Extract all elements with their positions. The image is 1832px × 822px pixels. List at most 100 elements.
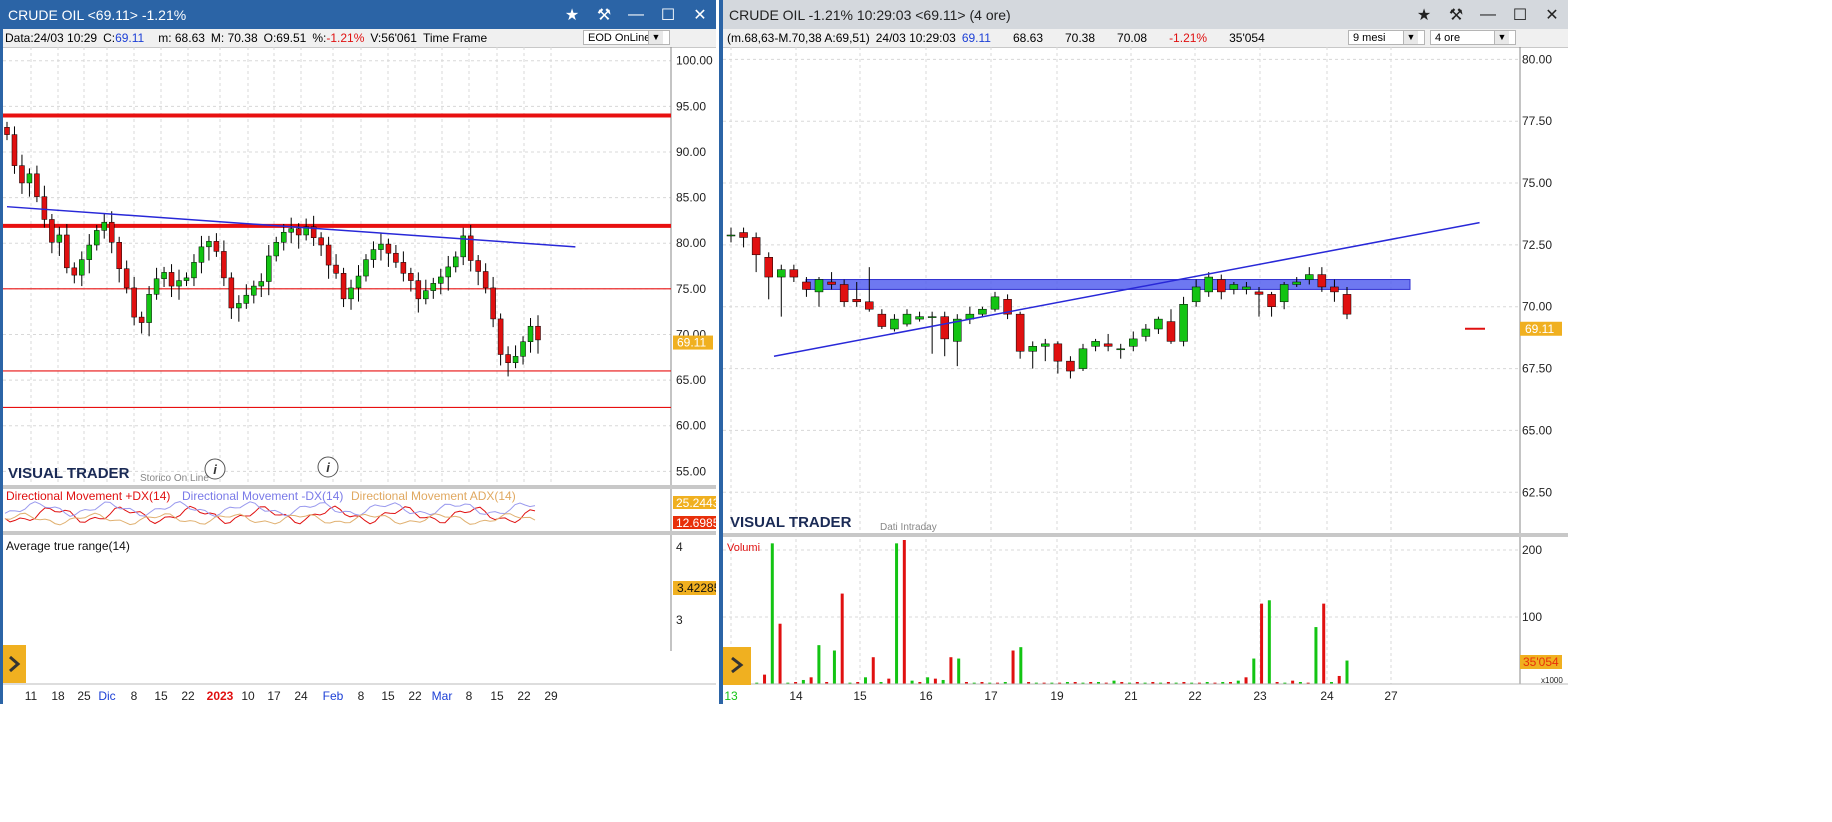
candle-body [11,134,18,166]
close-icon[interactable]: ✕ [684,0,716,29]
info-close-value: 69.11 [115,31,145,45]
candle-body [206,241,212,248]
left-chart-svg[interactable]: 11 18 25 Dic 8 15 22 2023 10 17 24 Feb 8 15 22 Mar 8 15 22… [3,47,716,704]
candle-body [764,257,773,278]
x-tick-label: 22 [181,689,195,703]
atr-label: Average true range(14) [6,539,130,553]
x-tick-label: 17 [267,689,281,703]
x-tick-label: 2023 [207,689,234,703]
atr-tick: 4 [676,540,683,554]
x-tick-label: 10 [241,689,255,703]
nav-arrow-button[interactable] [3,645,26,683]
info-timeframe-label: Time Frame [422,31,488,45]
candle-body [176,280,182,287]
volume-bar [1011,650,1015,684]
candle-body [49,219,55,243]
right-chart-svg[interactable]: 13 14 15 16 17 19 21 22 23 24 27 80.00 77.50 75.00 72.… [723,47,1568,704]
candle-body [1267,294,1276,307]
candle-body [79,259,85,276]
candle-body [393,252,399,263]
x-tick-label: 15 [381,689,395,703]
candle-body [839,284,849,303]
x-tick-label: 22 [517,689,531,703]
candle-body [1129,338,1138,347]
x-tick-label: 15 [154,689,168,703]
candle-body [1041,343,1050,347]
hammer-icon[interactable]: ⚒ [588,0,620,29]
info-v3: 70.08 [1117,31,1148,45]
candle-body [497,318,504,355]
candle-body [131,287,137,318]
candle-body [535,325,541,341]
nav-arrow-button[interactable] [723,647,751,685]
right-chart-window[interactable]: CRUDE OIL -1.21% 10:29:03 <69.11> (4 ore… [719,0,1568,704]
timeframe-select[interactable]: EOD OnLine ▼ [583,30,670,45]
maximize-icon[interactable]: ☐ [1504,0,1536,29]
candle-body [93,230,100,246]
candle-body [153,278,160,295]
atr-value: 3.42285 [677,581,716,595]
candle-body [802,281,811,290]
candle-body [415,280,422,300]
brand-subtitle: Dati Intraday [880,522,937,533]
candle-body [168,272,175,287]
volume-bar [957,658,961,684]
candle-body [1292,281,1301,285]
candle-body [990,296,1000,310]
candle-body [236,303,242,309]
interval-select[interactable]: 4 ore ▼ [1430,30,1516,45]
candle-body [1254,291,1264,295]
right-titlebar[interactable]: CRUDE OIL -1.21% 10:29:03 <69.11> (4 ore… [723,0,1568,29]
y-tick-label: 85.00 [676,191,706,205]
volume-bar [1337,675,1341,684]
left-chart-window[interactable]: CRUDE OIL <69.11> -1.21% ★ ⚒ — ☐ ✕ Data:… [0,0,716,704]
info-pct-value: -1.21% [326,31,365,45]
right-window-title: CRUDE OIL -1.21% 10:29:03 <69.11> (4 ore… [729,6,1011,23]
candle-body [340,273,347,300]
indicator-value: 25.2443 [676,496,716,510]
volume-bar [817,645,821,684]
volume-bar [926,677,930,684]
volume-bar [840,593,844,684]
info-icon-glyph: i [326,460,330,475]
volume-label: Volumi [727,542,760,554]
star-icon[interactable]: ★ [556,0,588,29]
volume-bar [902,540,906,684]
volume-tick: 100 [1522,610,1542,624]
candle-body [71,267,78,276]
candle-body [1279,284,1289,303]
plus-dx-line [4,505,536,525]
candle-body [408,273,414,281]
candle-body [915,316,924,320]
candle-body [475,260,481,272]
maximize-icon[interactable]: ☐ [652,0,684,29]
volume-bar [763,674,767,684]
candle-body [520,341,526,357]
volume-bar [1291,680,1295,684]
star-icon[interactable]: ★ [1408,0,1440,29]
x-tick-label: 25 [77,689,91,703]
candle-body [1116,348,1125,351]
indicator-value: 12.6985 [676,516,716,530]
info-v2: 70.38 [1065,31,1096,45]
minimize-icon[interactable]: — [1472,0,1504,29]
x-tick-label: 11 [25,689,38,703]
minimize-icon[interactable]: — [620,0,652,29]
candle-body [1217,279,1226,293]
hammer-icon[interactable]: ⚒ [1440,0,1472,29]
x-tick-label: 29 [544,689,558,703]
close-icon[interactable]: ✕ [1536,0,1568,29]
candle-body [505,354,511,363]
candle-body [423,290,429,300]
volume-bar [933,678,937,684]
adx-line [4,512,536,526]
candle-body [1204,276,1213,293]
candle-body [198,246,205,263]
brand-subtitle: Storico On Line [140,473,209,484]
x-tick-label: 8 [131,689,138,703]
candle-body [333,264,339,274]
x-tick-label: 15 [490,689,504,703]
period-select[interactable]: 9 mesi ▼ [1348,30,1425,45]
left-titlebar[interactable]: CRUDE OIL <69.11> -1.21% ★ ⚒ — ☐ ✕ [3,0,716,29]
volume-bar [1260,603,1264,684]
